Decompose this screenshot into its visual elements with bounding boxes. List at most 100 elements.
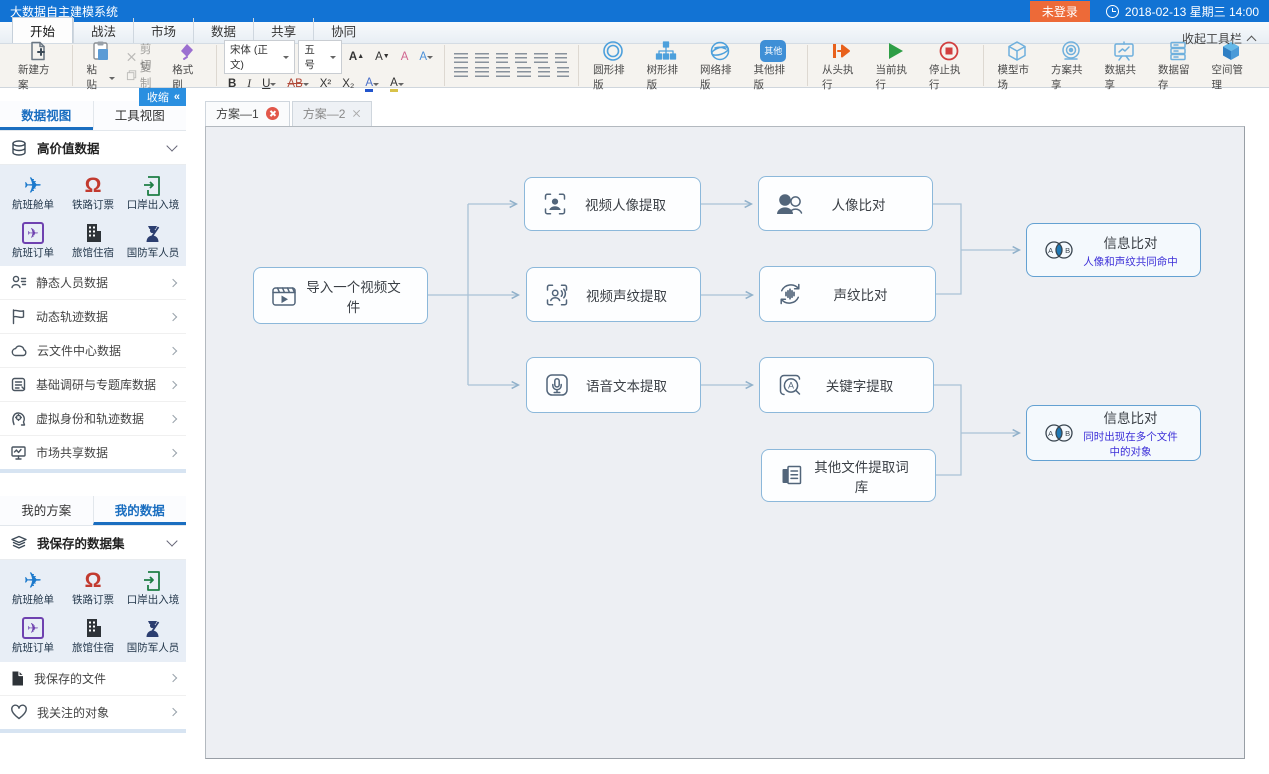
chevron-right-icon (169, 415, 177, 423)
canvas-tab-plan2[interactable]: 方案—2 (292, 101, 373, 126)
circle-layout-button[interactable]: 圆形排版 (586, 38, 639, 92)
text-effect-button[interactable]: A (415, 49, 437, 64)
tab-my-plans[interactable]: 我的方案 (0, 496, 93, 525)
bullet-list-icon[interactable] (454, 53, 468, 64)
venn-diagram-icon: AB (1039, 420, 1079, 446)
run-current-label: 当前执行 (876, 63, 916, 91)
tab-my-data[interactable]: 我的数据 (93, 496, 187, 525)
increase-indent-icon[interactable] (515, 53, 527, 64)
sidebar-item-dynamic-track-data[interactable]: 动态轨迹数据 (0, 300, 186, 334)
bold-button[interactable]: B (224, 77, 240, 92)
node-info-compare-1[interactable]: AB 信息比对 人像和声纹共同命中 (1026, 223, 1201, 277)
superscript-button[interactable]: X² (316, 77, 336, 92)
login-status-badge[interactable]: 未登录 (1030, 1, 1090, 22)
dataset-flight-manifest[interactable]: ✈ 航班舱单 (3, 172, 63, 213)
sort-icon[interactable] (534, 53, 548, 64)
model-market-button[interactable]: 模型市场 (991, 38, 1045, 92)
font-color-button[interactable]: A (361, 77, 383, 92)
node-video-voiceprint-extract[interactable]: 视频声纹提取 (526, 267, 701, 322)
sidebar-item-research-library-data[interactable]: 基础调研与专题库数据 (0, 368, 186, 402)
section-high-value-data[interactable]: 高价值数据 (0, 131, 186, 165)
stop-run-button[interactable]: 停止执行 (922, 38, 976, 92)
node-face-compare[interactable]: 人像比对 (758, 176, 933, 231)
dataset-border-entry[interactable]: 口岸出入境 (123, 172, 183, 213)
dataset-military-personnel[interactable]: 国防军人员 (123, 220, 183, 261)
clear-format-glyph: A (401, 51, 409, 63)
run-current-icon (884, 39, 906, 63)
dataset-military-personnel[interactable]: 国防军人员 (123, 615, 183, 656)
align-center-icon[interactable] (475, 67, 489, 78)
dataset-label: 航班订单 (12, 247, 54, 261)
node-keyword-extract[interactable]: A 关键字提取 (759, 357, 934, 413)
node-speech-text-extract[interactable]: 语音文本提取 (526, 357, 701, 413)
dataset-label: 国防军人员 (127, 642, 180, 656)
dataset-rail-ticket[interactable]: Ω 铁路订票 (63, 567, 123, 608)
dataset-hotel-stay[interactable]: 旅馆住宿 (63, 615, 123, 656)
content-area: 方案—1 方案—2 (186, 88, 1269, 774)
italic-button[interactable]: I (243, 77, 255, 92)
sidebar-item-cloud-file-data[interactable]: 云文件中心数据 (0, 334, 186, 368)
sidebar-item-static-person-data[interactable]: 静态人员数据 (0, 266, 186, 300)
line-spacing-icon[interactable] (538, 67, 550, 78)
node-label: 导入一个视频文件 (302, 276, 415, 316)
data-share-button[interactable]: 数据共享 (1098, 38, 1152, 92)
dataset-rail-ticket[interactable]: Ω 铁路订票 (63, 172, 123, 213)
subscript-button[interactable]: X₂ (338, 77, 358, 92)
sidebar-item-virtual-identity-data[interactable]: 虚拟身份和轨迹数据 (0, 402, 186, 436)
dataset-border-entry[interactable]: 口岸出入境 (123, 567, 183, 608)
decrease-indent-icon[interactable] (496, 53, 508, 64)
tab-data-view[interactable]: 数据视图 (0, 101, 93, 130)
collapse-toolbar-button[interactable]: 收起工具栏 (1182, 30, 1255, 47)
canvas-tab-plan1[interactable]: 方案—1 (205, 101, 290, 126)
close-tab-icon[interactable] (352, 109, 361, 118)
sidebar-item-my-saved-files[interactable]: 我保存的文件 (0, 662, 186, 696)
sidebar-collapse-button[interactable]: 收缩 « (139, 88, 186, 106)
paste-icon (91, 39, 111, 63)
paste-button[interactable]: 粘贴 (80, 38, 122, 92)
font-size-select[interactable]: 五号 (298, 40, 342, 74)
shrink-font-button[interactable]: A▼ (371, 49, 394, 64)
copy-button[interactable]: 复制 (122, 67, 165, 82)
network-layout-button[interactable]: 网络排版 (693, 38, 746, 92)
microphone-icon (539, 370, 575, 400)
run-from-start-button[interactable]: 从头执行 (815, 38, 869, 92)
other-layout-button[interactable]: 其他 其他排版 (747, 38, 800, 92)
strikethrough-button[interactable]: AB (283, 77, 312, 92)
dataset-flight-order[interactable]: ✈ 航班订单 (3, 615, 63, 656)
font-family-select[interactable]: 宋体 (正文) (224, 40, 295, 74)
section-my-saved-datasets[interactable]: 我保存的数据集 (0, 526, 186, 560)
node-other-files-lexicon[interactable]: 其他文件提取词库 (761, 449, 936, 502)
dataset-hotel-stay[interactable]: 旅馆住宿 (63, 220, 123, 261)
run-current-button[interactable]: 当前执行 (869, 38, 923, 92)
node-info-compare-2[interactable]: AB 信息比对 同时出现在多个文件中的对象 (1026, 405, 1201, 461)
new-document-icon (27, 39, 49, 63)
align-right-icon[interactable] (496, 67, 510, 78)
underline-button[interactable]: U (258, 77, 280, 92)
grow-font-button[interactable]: A▲ (345, 49, 368, 64)
format-painter-button[interactable]: 格式刷 (165, 38, 209, 92)
plan-share-button[interactable]: 方案共享 (1044, 38, 1098, 92)
tree-layout-button[interactable]: 树形排版 (640, 38, 693, 92)
dropdown-caret-icon (427, 56, 433, 62)
sidebar-item-my-followed-objects[interactable]: 我关注的对象 (0, 696, 186, 729)
sidebar-item-market-shared-data[interactable]: 市场共享数据 (0, 436, 186, 469)
clear-format-button[interactable]: A (397, 49, 413, 64)
double-left-arrow-icon: « (174, 91, 178, 103)
flow-canvas[interactable]: 导入一个视频文件 视频人像提取 视频声纹提取 (205, 126, 1245, 759)
run-from-start-icon (830, 39, 854, 63)
dataset-flight-order[interactable]: ✈ 航班订单 (3, 220, 63, 261)
highlight-button[interactable]: A (386, 77, 408, 92)
node-import-video-file[interactable]: 导入一个视频文件 (253, 267, 428, 324)
borders-icon[interactable] (557, 67, 569, 78)
align-left-icon[interactable] (454, 67, 468, 78)
new-plan-button[interactable]: 新建方案 (11, 38, 65, 92)
building-icon (82, 220, 104, 247)
close-tab-icon[interactable] (266, 107, 279, 120)
number-list-icon[interactable] (475, 53, 489, 64)
justify-icon[interactable] (517, 67, 531, 78)
node-voiceprint-compare[interactable]: 声纹比对 (759, 266, 936, 322)
show-marks-icon[interactable] (555, 53, 567, 64)
chevron-right-icon (169, 313, 177, 321)
node-video-face-extract[interactable]: 视频人像提取 (524, 177, 701, 231)
dataset-flight-manifest[interactable]: ✈ 航班舱单 (3, 567, 63, 608)
